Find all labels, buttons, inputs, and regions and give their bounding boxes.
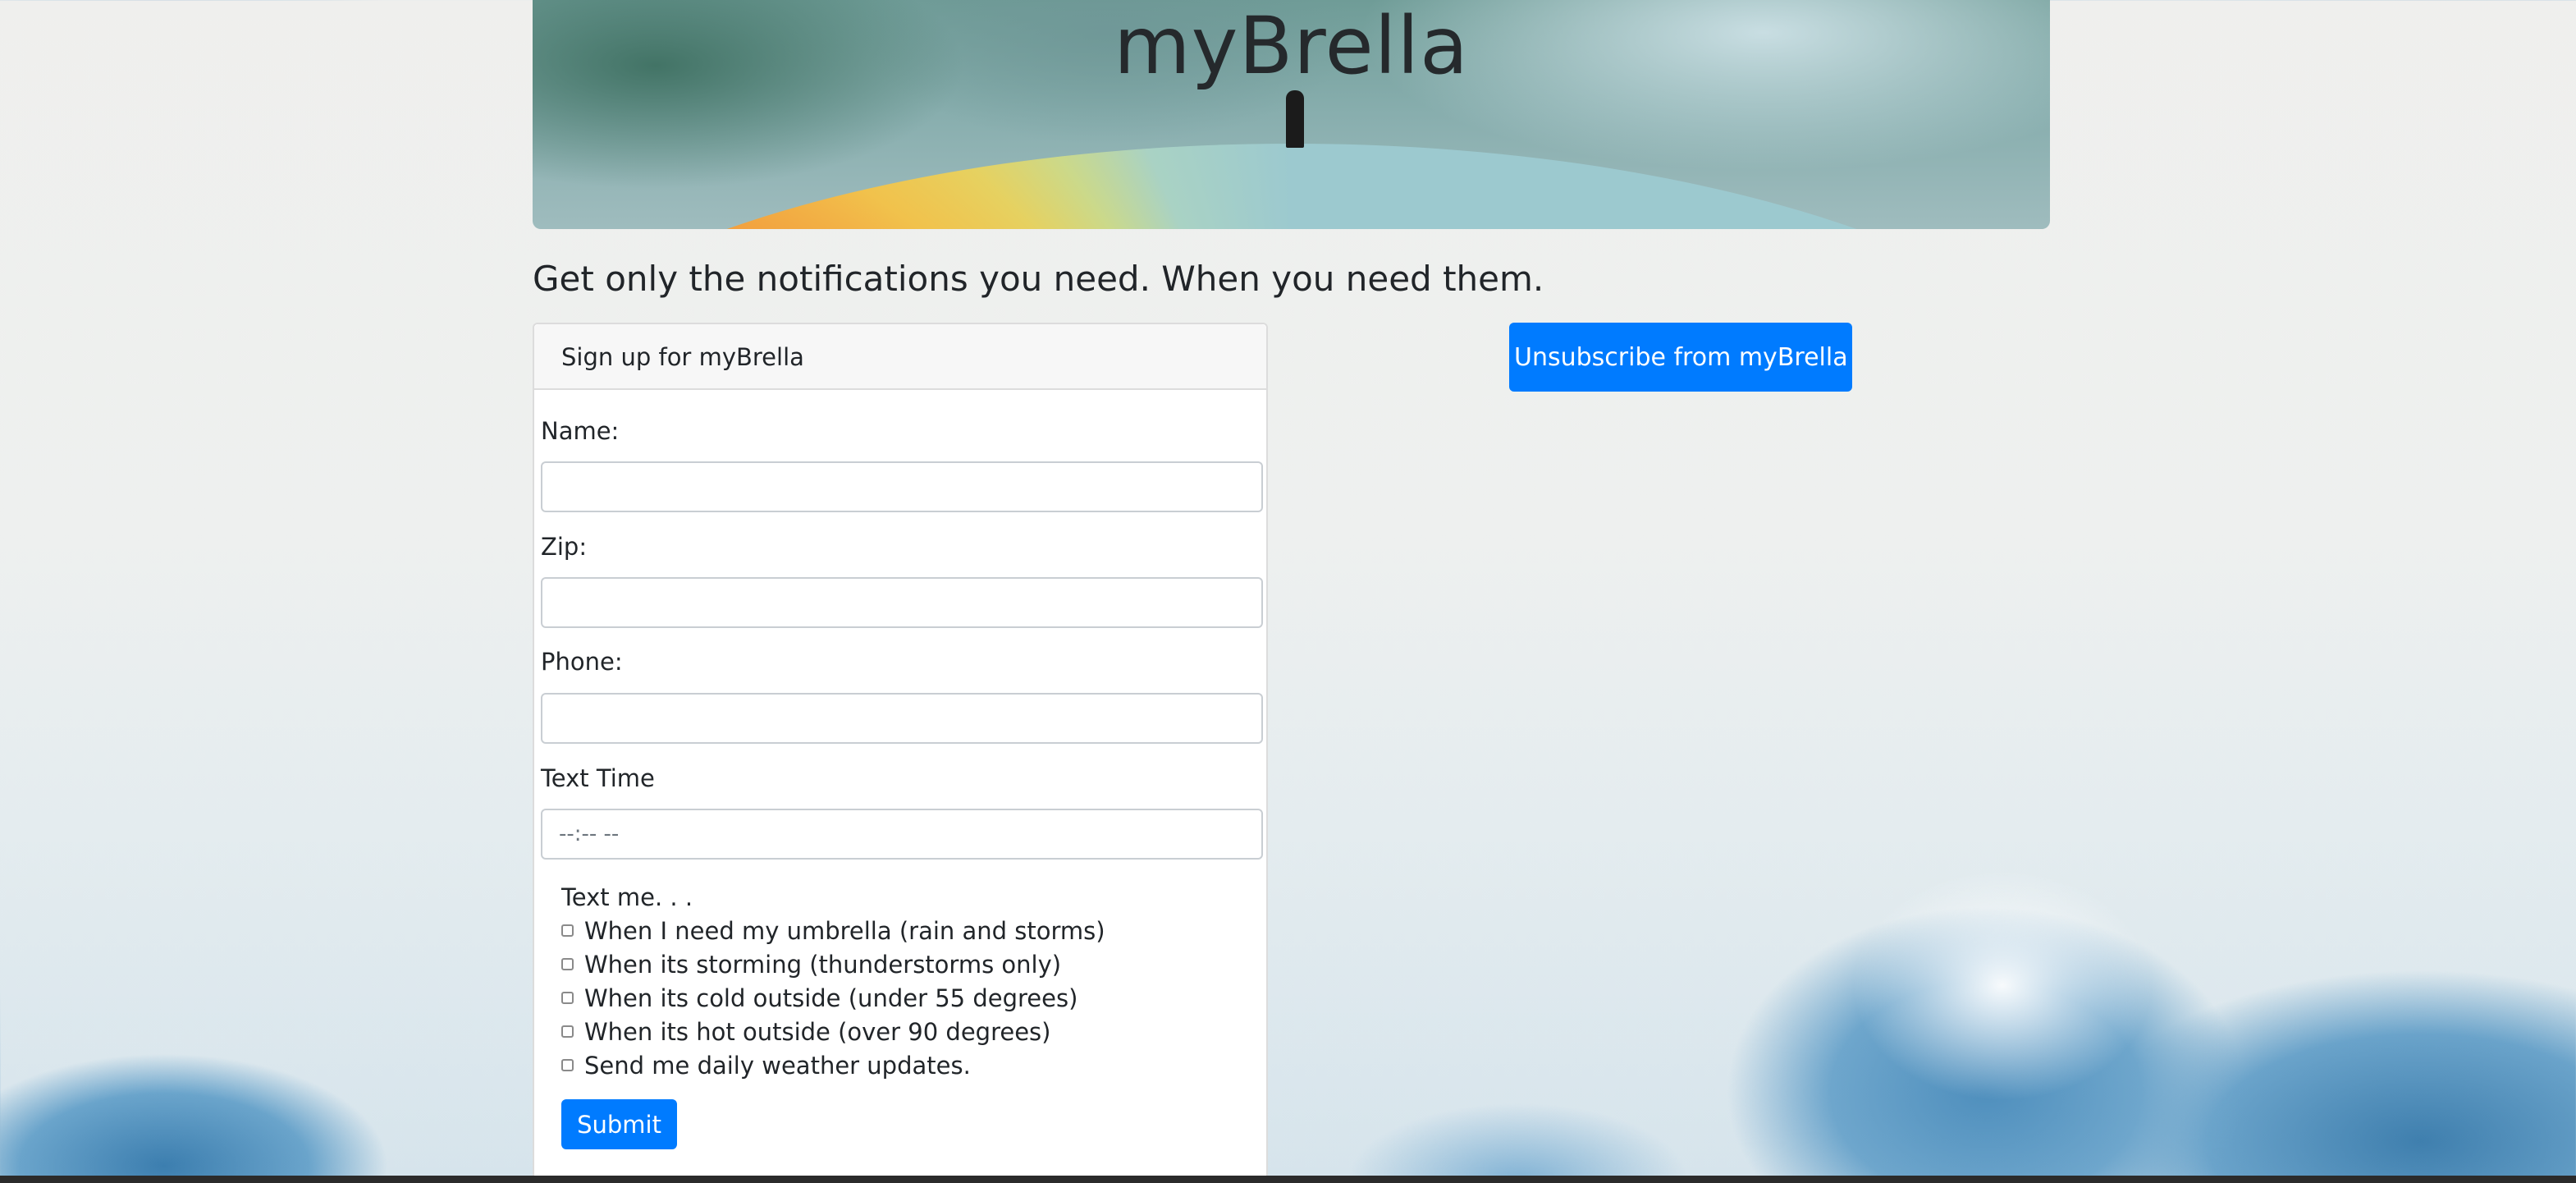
text-time-label: Text Time xyxy=(541,764,655,792)
checkbox[interactable] xyxy=(561,1025,574,1038)
app-title: myBrella xyxy=(1114,0,1469,92)
option-storming[interactable]: When its storming (thunderstorms only) xyxy=(561,947,1105,981)
text-time-input[interactable] xyxy=(541,809,1263,860)
notification-options: Text me. . . When I need my umbrella (ra… xyxy=(561,883,1105,1082)
umbrella-image xyxy=(533,144,2050,229)
window-bottom-bar xyxy=(0,1176,2576,1183)
checkbox[interactable] xyxy=(561,924,574,937)
checkbox[interactable] xyxy=(561,992,574,1004)
checkbox[interactable] xyxy=(561,1059,574,1071)
unsubscribe-button[interactable]: Unsubscribe from myBrella xyxy=(1509,323,1852,392)
signup-card: Sign up for myBrella Name: Zip: Phone: T… xyxy=(533,323,1268,1183)
option-umbrella[interactable]: When I need my umbrella (rain and storms… xyxy=(561,914,1105,947)
option-label: When I need my umbrella (rain and storms… xyxy=(584,916,1105,945)
phone-input[interactable] xyxy=(541,693,1263,744)
option-label: Send me daily weather updates. xyxy=(584,1051,971,1080)
name-input[interactable] xyxy=(541,461,1263,512)
submit-button[interactable]: Submit xyxy=(561,1099,677,1149)
main-container: myBrella Get only the notifications you … xyxy=(533,0,2050,1183)
options-title: Text me. . . xyxy=(561,883,693,911)
option-hot[interactable]: When its hot outside (over 90 degrees) xyxy=(561,1015,1105,1048)
option-cold[interactable]: When its cold outside (under 55 degrees) xyxy=(561,981,1105,1015)
umbrella-tip xyxy=(1286,90,1304,148)
name-label: Name: xyxy=(541,417,620,445)
option-label: When its storming (thunderstorms only) xyxy=(584,950,1062,979)
zip-label: Zip: xyxy=(541,533,588,561)
zip-input[interactable] xyxy=(541,577,1263,628)
tagline: Get only the notifications you need. Whe… xyxy=(533,259,1544,299)
signup-card-header: Sign up for myBrella xyxy=(534,324,1266,390)
option-label: When its hot outside (over 90 degrees) xyxy=(584,1017,1051,1046)
phone-label: Phone: xyxy=(541,648,623,676)
option-daily[interactable]: Send me daily weather updates. xyxy=(561,1048,1105,1082)
checkbox[interactable] xyxy=(561,958,574,970)
option-label: When its cold outside (under 55 degrees) xyxy=(584,984,1078,1012)
header-banner: myBrella xyxy=(533,0,2050,229)
